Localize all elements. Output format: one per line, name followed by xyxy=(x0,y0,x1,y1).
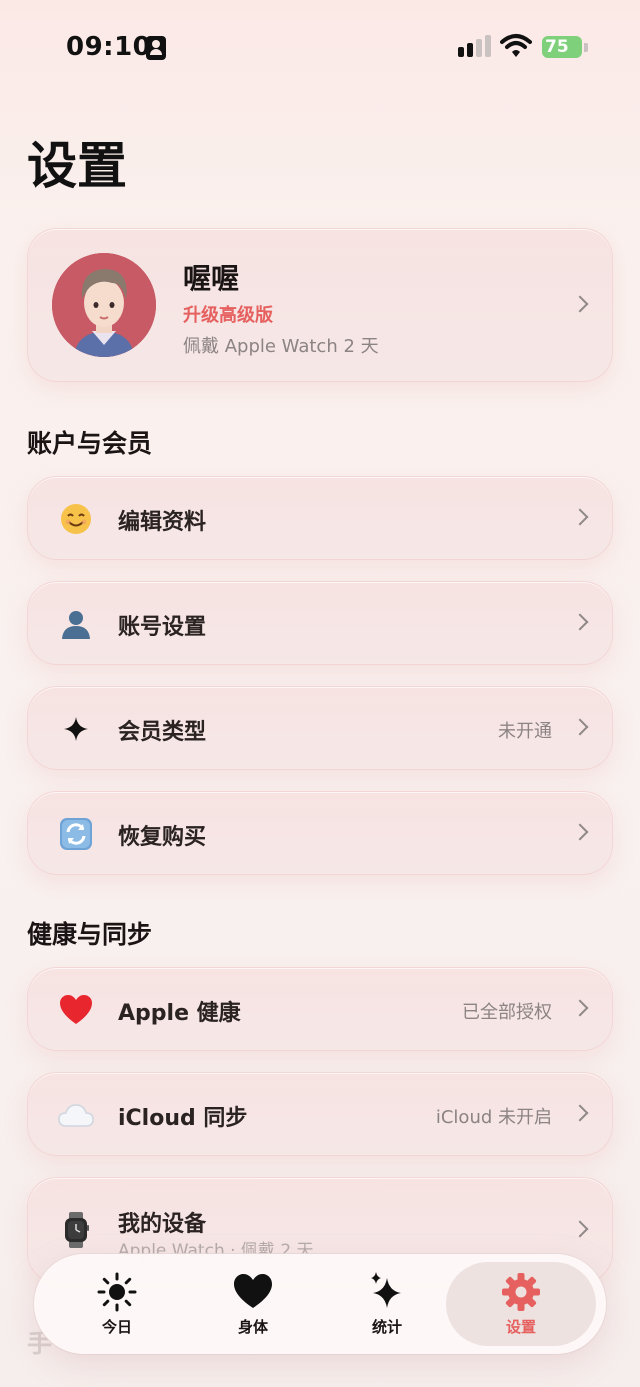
tab-body[interactable]: 身体 xyxy=(178,1262,328,1346)
profile-subtitle: 佩戴 Apple Watch 2 天 xyxy=(183,336,379,357)
upgrade-premium-link[interactable]: 升级高级版 xyxy=(183,301,273,327)
settings-row-apple-health[interactable]: Apple 健康 已全部授权 xyxy=(27,967,613,1051)
chevron-right-icon xyxy=(571,823,589,841)
row-label: iCloud 同步 xyxy=(118,1106,248,1131)
cellular-signal-icon xyxy=(458,35,492,59)
id-card-icon xyxy=(146,36,166,60)
battery-level: 75 xyxy=(545,37,569,57)
cloud-icon xyxy=(58,1097,94,1133)
tab-today[interactable]: 今日 xyxy=(42,1262,192,1346)
row-label: 会员类型 xyxy=(118,720,207,745)
restore-icon xyxy=(58,816,94,852)
chevron-right-icon xyxy=(571,613,589,631)
chevron-right-icon xyxy=(571,718,589,736)
tab-label: 今日 xyxy=(101,1318,132,1336)
profile-card[interactable]: 喔喔 升级高级版 佩戴 Apple Watch 2 天 xyxy=(27,228,613,382)
tab-settings[interactable]: 设置 xyxy=(446,1262,596,1346)
profile-name: 喔喔 xyxy=(183,262,240,295)
row-label: 我的设备 xyxy=(118,1212,207,1237)
chevron-right-icon xyxy=(571,999,589,1017)
settings-row-edit-profile[interactable]: 编辑资料 xyxy=(27,476,613,560)
health-permission-status: 已全部授权 xyxy=(462,1002,552,1023)
tab-stats[interactable]: 统计 xyxy=(312,1262,462,1346)
row-label: 账号设置 xyxy=(118,615,207,640)
page-title: 设置 xyxy=(27,137,127,195)
status-time: 09:10 xyxy=(66,32,152,62)
avatar xyxy=(52,253,156,357)
sun-icon xyxy=(97,1272,137,1312)
smiley-icon xyxy=(58,501,94,537)
status-bar: 09:10 75 xyxy=(0,0,640,96)
row-label: 编辑资料 xyxy=(118,510,207,535)
watch-icon xyxy=(58,1212,94,1248)
row-label: Apple 健康 xyxy=(118,1001,241,1026)
sparkle-icon xyxy=(58,711,94,747)
row-label: 恢复购买 xyxy=(118,825,207,850)
settings-row-icloud-sync[interactable]: iCloud 同步 iCloud 未开启 xyxy=(27,1072,613,1156)
settings-row-membership-type[interactable]: 会员类型 未开通 xyxy=(27,686,613,770)
person-icon xyxy=(58,606,94,642)
tab-label: 设置 xyxy=(505,1318,536,1336)
heart-icon xyxy=(58,992,94,1028)
chevron-right-icon xyxy=(571,1220,589,1238)
section-title-account: 账户与会员 xyxy=(27,429,153,458)
sparkles-icon xyxy=(371,1272,401,1308)
chevron-right-icon xyxy=(571,295,589,313)
tab-label: 身体 xyxy=(237,1318,268,1336)
heart-icon xyxy=(234,1274,272,1308)
icloud-status: iCloud 未开启 xyxy=(435,1107,552,1128)
section-title-health: 健康与同步 xyxy=(27,920,153,949)
membership-status: 未开通 xyxy=(498,721,552,742)
wifi-icon xyxy=(500,34,532,57)
settings-row-account-settings[interactable]: 账号设置 xyxy=(27,581,613,665)
chevron-right-icon xyxy=(571,1104,589,1122)
battery-icon: 75 xyxy=(542,36,588,60)
chevron-right-icon xyxy=(571,508,589,526)
settings-row-restore-purchase[interactable]: 恢复购买 xyxy=(27,791,613,875)
gear-icon xyxy=(502,1273,540,1311)
tab-label: 统计 xyxy=(371,1318,402,1336)
tab-bar: 今日 身体 统计 设置 xyxy=(34,1254,606,1354)
